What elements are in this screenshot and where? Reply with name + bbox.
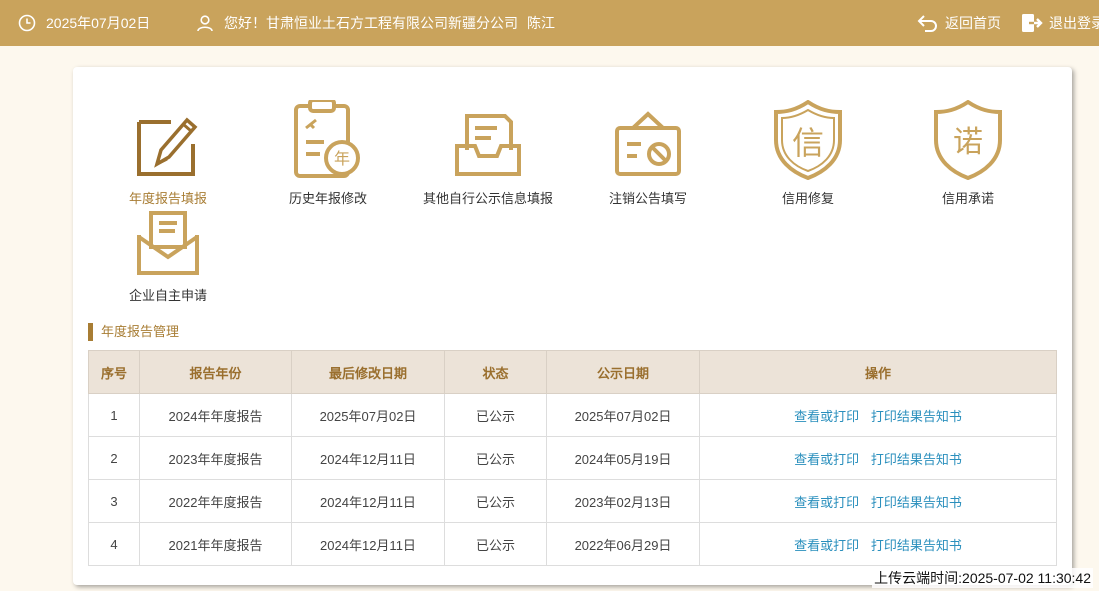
pencil-edit-icon [88, 100, 248, 180]
func-label: 信用修复 [781, 191, 834, 206]
cell-published: 2024年05月19日 [546, 436, 700, 480]
table-header-row: 序号 报告年份 最后修改日期 状态 公示日期 操作 [88, 350, 1057, 394]
cell-status: 已公示 [444, 479, 547, 523]
inbox-tray-icon [408, 100, 568, 180]
header-actions: 操作 [699, 350, 1057, 394]
view-print-link[interactable]: 查看或打印 [794, 452, 859, 467]
cell-year: 2022年年度报告 [139, 479, 292, 523]
header-status: 状态 [444, 350, 547, 394]
cell-modified: 2024年12月11日 [291, 479, 445, 523]
header-year: 报告年份 [139, 350, 292, 394]
greeting-area: 您好！甘肃恒业土石方工程有限公司新疆分公司 陈江 [196, 0, 555, 46]
cell-modified: 2024年12月11日 [291, 436, 445, 480]
func-credit-repair[interactable]: 信 信用修复 [728, 100, 888, 207]
cell-modified: 2024年12月11日 [291, 522, 445, 566]
cell-actions: 查看或打印 打印结果告知书 [699, 393, 1057, 437]
logout-link[interactable]: 退出登录 [1021, 0, 1099, 46]
cell-no: 4 [88, 522, 140, 566]
table-row: 4 2021年年度报告 2024年12月11日 已公示 2022年06月29日 … [88, 522, 1057, 566]
cell-status: 已公示 [444, 522, 547, 566]
upload-time: 上传云端时间:2025-07-02 11:30:42 [872, 568, 1093, 588]
func-annual-report[interactable]: 年度报告填报 [88, 100, 248, 207]
table-row: 1 2024年年度报告 2025年07月02日 已公示 2025年07月02日 … [88, 393, 1057, 437]
view-print-link[interactable]: 查看或打印 [794, 495, 859, 510]
cancel-notice-icon [568, 100, 728, 180]
svg-text:诺: 诺 [953, 125, 983, 160]
func-other-disclosure[interactable]: 其他自行公示信息填报 [408, 100, 568, 207]
print-notice-link[interactable]: 打印结果告知书 [871, 409, 962, 424]
header-published: 公示日期 [546, 350, 700, 394]
func-history-report[interactable]: 年 历史年报修改 [248, 100, 408, 207]
section-title: 年度报告管理 [88, 323, 179, 341]
cell-actions: 查看或打印 打印结果告知书 [699, 522, 1057, 566]
current-date: 2025年07月02日 [46, 15, 151, 31]
cell-no: 3 [88, 479, 140, 523]
cell-no: 1 [88, 393, 140, 437]
top-bar: 2025年07月02日 您好！甘肃恒业土石方工程有限公司新疆分公司 陈江 返回首… [0, 0, 1099, 46]
shield-credit-icon: 信 [728, 100, 888, 180]
cell-status: 已公示 [444, 436, 547, 480]
home-label: 返回首页 [945, 15, 1001, 31]
func-label: 信用承诺 [941, 191, 994, 206]
cell-modified: 2025年07月02日 [291, 393, 445, 437]
header-modified: 最后修改日期 [291, 350, 445, 394]
home-link[interactable]: 返回首页 [917, 0, 1001, 46]
svg-text:年: 年 [334, 149, 350, 168]
table-row: 3 2022年年度报告 2024年12月11日 已公示 2023年02月13日 … [88, 479, 1057, 523]
func-label: 其他自行公示信息填报 [422, 191, 553, 206]
view-print-link[interactable]: 查看或打印 [794, 409, 859, 424]
print-notice-link[interactable]: 打印结果告知书 [871, 452, 962, 467]
cell-published: 2025年07月02日 [546, 393, 700, 437]
table-row: 2 2023年年度报告 2024年12月11日 已公示 2024年05月19日 … [88, 436, 1057, 480]
return-arrow-icon [917, 14, 939, 32]
cell-year: 2024年年度报告 [139, 393, 292, 437]
header-no: 序号 [88, 350, 140, 394]
clipboard-year-icon: 年 [248, 100, 408, 180]
svg-text:信: 信 [792, 124, 824, 162]
cell-year: 2023年年度报告 [139, 436, 292, 480]
envelope-letter-icon [88, 205, 248, 277]
logout-icon [1021, 13, 1043, 33]
func-cancel-notice[interactable]: 注销公告填写 [568, 100, 728, 207]
cell-published: 2022年06月29日 [546, 522, 700, 566]
view-print-link[interactable]: 查看或打印 [794, 538, 859, 553]
func-label: 历史年报修改 [288, 191, 367, 206]
annual-report-table: 序号 报告年份 最后修改日期 状态 公示日期 操作 1 2024年年度报告 20… [88, 350, 1057, 566]
user-name: 陈江 [527, 15, 555, 31]
cell-year: 2021年年度报告 [139, 522, 292, 566]
func-credit-promise[interactable]: 诺 信用承诺 [888, 100, 1048, 207]
print-notice-link[interactable]: 打印结果告知书 [871, 495, 962, 510]
cell-actions: 查看或打印 打印结果告知书 [699, 436, 1057, 480]
shield-promise-icon: 诺 [888, 100, 1048, 180]
cell-status: 已公示 [444, 393, 547, 437]
logout-label: 退出登录 [1049, 15, 1099, 31]
date-display: 2025年07月02日 [18, 0, 150, 46]
func-label: 注销公告填写 [608, 191, 687, 206]
greeting-text: 您好！甘肃恒业土石方工程有限公司新疆分公司 [224, 15, 518, 31]
clock-icon [18, 14, 36, 32]
user-icon [196, 14, 214, 32]
print-notice-link[interactable]: 打印结果告知书 [871, 538, 962, 553]
func-self-application[interactable]: 企业自主申请 [88, 205, 248, 304]
cell-published: 2023年02月13日 [546, 479, 700, 523]
cell-actions: 查看或打印 打印结果告知书 [699, 479, 1057, 523]
func-label: 企业自主申请 [128, 288, 207, 303]
cell-no: 2 [88, 436, 140, 480]
